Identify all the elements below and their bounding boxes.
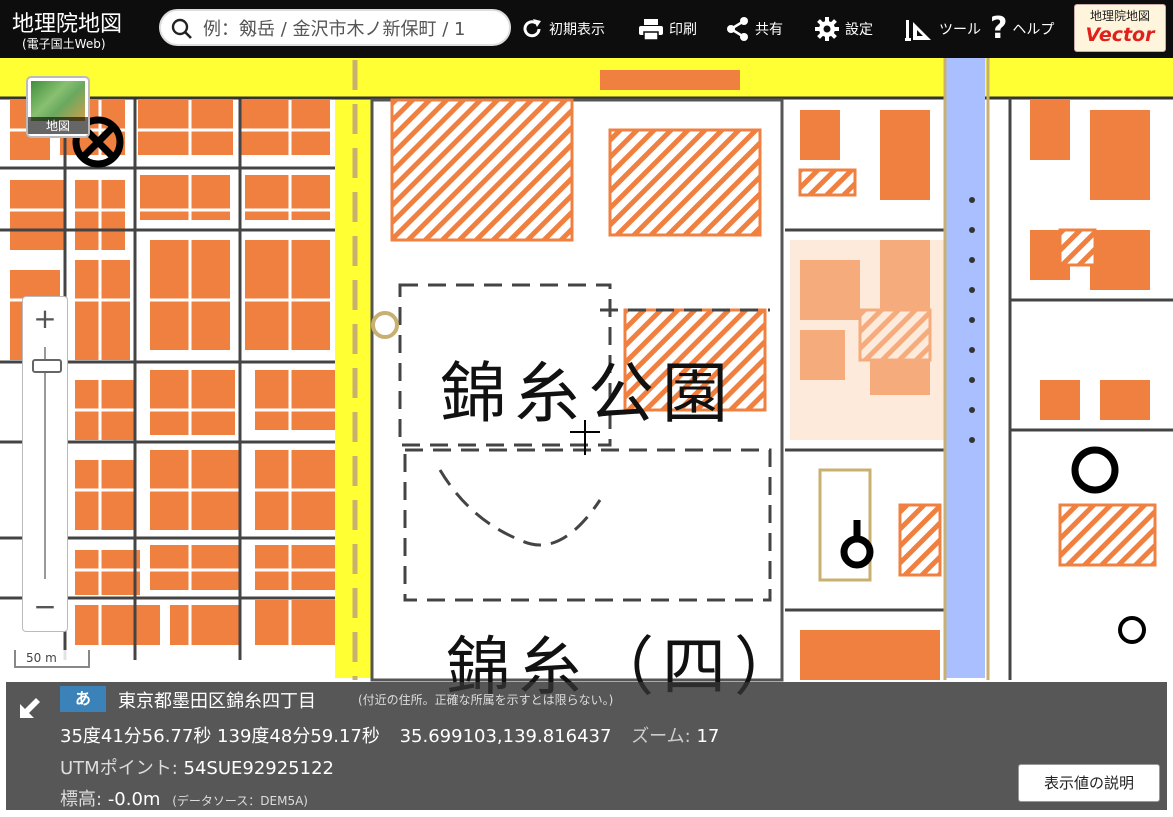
tools-label: ツール [939,22,981,38]
decimal-coordinates: 35.699103,139.816437 [399,726,612,747]
help-label: ヘルプ [1012,22,1055,38]
vector-badge[interactable]: 地理院地図 Vector [1074,4,1166,52]
zoom-slider-track[interactable] [44,347,46,579]
value-explanation-button[interactable]: 表示値の説明 [1018,764,1160,802]
reset-view-label: 初期表示 [549,22,605,38]
settings-button[interactable]: 設定 [814,10,873,48]
settings-label: 設定 [845,22,873,38]
zoom-level-label: ズーム: [631,726,691,747]
zoom-level-value: 17 [696,726,720,747]
canal [943,58,990,680]
dms-coordinates: 35度41分56.77秒 139度48分59.17秒 [60,726,380,747]
search-input[interactable] [201,14,505,44]
share-icon [727,17,748,41]
search-icon[interactable] [171,18,193,40]
tools-icon [905,20,931,41]
app-subtitle: (電子国土Web) [22,37,106,51]
reload-icon [523,19,541,38]
print-button[interactable]: 印刷 [638,10,697,48]
elevation-source-note: (データソース：DEM5A) [172,794,308,808]
gear-icon [815,17,839,41]
app-title[interactable]: 地理院地図 [12,6,122,38]
vector-badge-label: Vector [1085,24,1155,46]
tools-button[interactable]: ツール [904,10,981,48]
print-label: 印刷 [669,22,697,38]
coordinates-row: 35度41分56.77秒 139度48分59.17秒 35.699103,139… [60,722,719,748]
share-button[interactable]: 共有 [726,10,783,48]
zoom-slider-handle[interactable] [32,359,62,373]
layer-thumbnail [31,81,85,121]
zoom-control: + − [22,296,68,632]
layer-switch-button[interactable]: 地図 [26,76,90,138]
utm-row: UTMポイント: 54SUE92925122 [60,754,334,780]
reset-view-button[interactable]: 初期表示 [520,10,605,48]
share-label: 共有 [755,22,783,38]
elevation-value: -0.0m [107,789,161,810]
park-label: 錦糸公園 [440,355,736,432]
elevation-row: 標高: -0.0m (データソース：DEM5A) [60,785,308,811]
language-toggle-button[interactable]: あ [60,686,106,712]
location-info-panel: あ 東京都墨田区錦糸四丁目 (付近の住所。正確な所属を示すとは限らない。) 35… [6,682,1167,810]
zoom-in-button[interactable]: + [23,299,67,339]
app-window: 地理院地図 (電子国土Web) 初期表示 印刷 [0,0,1173,817]
collapse-arrow-icon[interactable] [18,694,44,720]
scale-bar: 50 m [14,650,90,668]
utm-label: UTMポイント: [60,758,178,779]
help-icon: ? [990,11,1008,46]
vector-badge-title: 地理院地図 [1089,9,1150,23]
zoom-out-button[interactable]: − [23,587,67,627]
address-note: (付近の住所。正確な所属を示すとは限らない。) [358,693,614,707]
elevation-label: 標高: [60,789,103,810]
layer-switch-label: 地図 [28,117,88,134]
printer-icon [639,19,663,41]
header-bar: 地理院地図 (電子国土Web) 初期表示 印刷 [0,0,1173,58]
help-button[interactable]: ? ヘルプ [990,10,1054,48]
search-box[interactable] [159,9,511,46]
utm-value: 54SUE92925122 [183,758,335,779]
address-text: 東京都墨田区錦糸四丁目 [118,691,316,712]
